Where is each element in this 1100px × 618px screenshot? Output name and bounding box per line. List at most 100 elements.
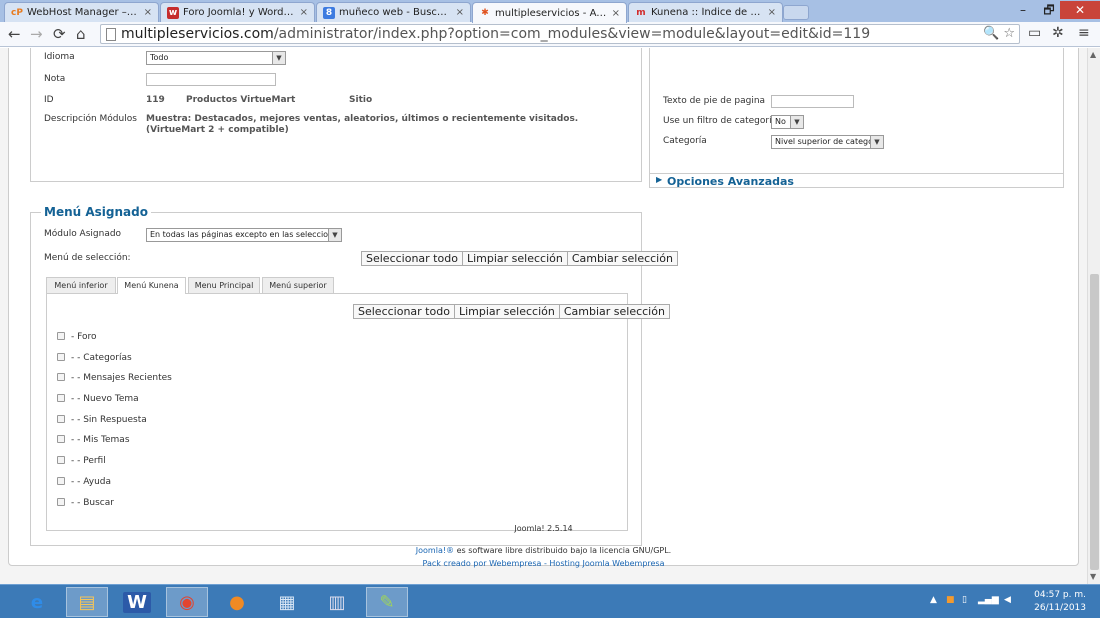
joomla-webempresa-link[interactable]: Joomla Webempresa (583, 559, 665, 568)
idioma-value: Todo (150, 53, 169, 62)
checkbox-categorias[interactable] (57, 353, 65, 361)
extension-icon[interactable]: ▭ (1028, 25, 1041, 41)
cpanel-icon: cP (11, 7, 23, 18)
windows-taskbar: e ▤ W ◉ ● ▦ ▥ ✎ ▲ ■ ▯ ▂▄▆ ◀ 04:57 p. m. … (0, 584, 1100, 618)
bookmark-star-icon[interactable]: ☆ (1003, 26, 1015, 41)
menu-icon[interactable]: ≡ (1078, 25, 1090, 41)
close-tab-icon[interactable]: × (768, 7, 776, 18)
page-scrollbar[interactable]: ▲ ▼ (1087, 48, 1100, 584)
category-filter-select[interactable]: No ▼ (771, 115, 804, 129)
description-label: Descripción Módulos (44, 114, 137, 124)
url-text: multipleservicios.com/administrator/inde… (121, 26, 870, 42)
tray-expand-icon[interactable]: ▲ (930, 595, 937, 605)
checkbox-nuevo-tema[interactable] (57, 394, 65, 402)
home-icon[interactable]: ⌂ (76, 25, 86, 43)
caret-right-icon: ▶ (656, 175, 663, 184)
calculator-icon[interactable]: ▥ (316, 587, 358, 617)
category-select[interactable]: Nivel superior de categoría ▼ (771, 135, 884, 149)
checkbox-mensajes-recientes[interactable] (57, 373, 65, 381)
idioma-select[interactable]: Todo ▼ (146, 51, 286, 65)
page-viewport: Idioma Todo ▼ Nota ID 119 Productos Virtu… (0, 48, 1087, 584)
scroll-thumb[interactable] (1090, 274, 1099, 570)
page-icon (106, 28, 116, 41)
browser-tab-whm[interactable]: cP WebHost Manager – cp80 × (4, 2, 159, 22)
chevron-down-icon: ▼ (272, 52, 285, 64)
firefox-icon[interactable]: ● (216, 587, 258, 617)
volume-icon[interactable]: ◀ (1004, 595, 1011, 605)
idioma-label: Idioma (44, 52, 75, 62)
license-text: es software libre distribuido bajo la li… (454, 546, 672, 555)
checkbox-sin-respuesta[interactable] (57, 415, 65, 423)
credit-line: Pack creado por Webempresa - Hosting Joo… (0, 559, 1087, 568)
remote-desktop-icon[interactable]: ▦ (266, 587, 308, 617)
maximize-button[interactable]: 🗗 (1036, 1, 1062, 19)
panel-clear-selection-button[interactable]: Limpiar selección (453, 304, 560, 319)
menu-tab-panel: Seleccionar todo Limpiar selección Cambi… (46, 293, 670, 531)
chrome-icon[interactable]: ◉ (166, 587, 208, 617)
extension-bug-icon[interactable]: ✲ (1052, 25, 1064, 41)
close-tab-icon[interactable]: × (300, 7, 308, 18)
scroll-down-arrow-icon[interactable]: ▼ (1090, 572, 1096, 581)
checkbox-perfil[interactable] (57, 456, 65, 464)
nota-label: Nota (44, 74, 66, 84)
footer-text-input[interactable] (771, 95, 854, 108)
tray-app-icon[interactable]: ■ (946, 595, 955, 605)
file-explorer-icon[interactable]: ▤ (66, 587, 108, 617)
advanced-options-accordion[interactable]: ▶ Opciones Avanzadas (649, 173, 1064, 188)
browser-tab-admin[interactable]: ✱ multipleservicios - Admin × (472, 2, 627, 23)
browser-tab-google[interactable]: 8 muñeco web - Buscar con × (316, 2, 471, 22)
module-client: Sitio (349, 95, 373, 105)
notepad-plus-icon[interactable]: ✎ (366, 587, 408, 617)
back-arrow-icon[interactable]: ← (8, 25, 21, 43)
close-tab-icon[interactable]: × (612, 8, 620, 19)
scroll-up-arrow-icon[interactable]: ▲ (1090, 50, 1096, 59)
browser-tab-strip: cP WebHost Manager – cp80 × w Foro Jooml… (0, 0, 1100, 23)
clock-time: 04:57 p. m. (1034, 590, 1086, 600)
close-tab-icon[interactable]: × (144, 7, 152, 18)
module-assigned-select[interactable]: En todas las páginas excepto en las sele… (146, 228, 342, 242)
basic-options-panel: Texto de pie de pagina Use un filtro de … (649, 48, 1064, 179)
new-tab-button[interactable] (783, 5, 809, 20)
id-label: ID (44, 95, 54, 105)
address-bar[interactable]: multipleservicios.com/administrator/inde… (100, 24, 1020, 44)
credit-prefix: Pack creado por (422, 559, 490, 568)
battery-icon[interactable]: ▯ (962, 595, 967, 605)
network-signal-icon[interactable]: ▂▄▆ (978, 595, 999, 605)
panel-select-all-button[interactable]: Seleccionar todo (353, 304, 455, 319)
tab-menu-kunena[interactable]: Menú Kunena (117, 277, 186, 294)
browser-tab-foro[interactable]: w Foro Joomla! y WordPress × (160, 2, 315, 22)
minimize-button[interactable]: – (1010, 1, 1036, 19)
browser-tab-kunena[interactable]: m Kunena :: Índice de Categ × (628, 2, 783, 22)
tab-menu-inferior[interactable]: Menú inferior (46, 277, 116, 293)
forward-arrow-icon[interactable]: → (30, 25, 43, 43)
checkbox-buscar[interactable] (57, 498, 65, 506)
tab-menu-superior[interactable]: Menú superior (262, 277, 334, 293)
toggle-selection-button[interactable]: Cambiar selección (566, 251, 678, 266)
tab-menu-principal[interactable]: Menu Principal (188, 277, 260, 293)
internet-explorer-icon[interactable]: e (16, 587, 58, 617)
reload-icon[interactable]: ⟳ (53, 25, 66, 43)
module-type: Productos VirtueMart (186, 95, 296, 105)
browser-toolbar: ← → ⟳ ⌂ multipleservicios.com/administra… (0, 22, 1100, 47)
select-all-button[interactable]: Seleccionar todo (361, 251, 463, 266)
tab-title: WebHost Manager – cp80 (27, 7, 140, 18)
close-tab-icon[interactable]: × (456, 7, 464, 18)
details-fieldset: Idioma Todo ▼ Nota ID 119 Productos Virtu… (30, 48, 642, 182)
system-clock[interactable]: 04:57 p. m. 26/11/2013 (1034, 589, 1086, 615)
tab-title: multipleservicios - Admin (495, 7, 608, 19)
webempresa-link[interactable]: Webempresa (489, 559, 541, 568)
module-assigned-label: Módulo Asignado (44, 229, 122, 239)
checkbox-mis-temas[interactable] (57, 435, 65, 443)
word-icon[interactable]: W (116, 587, 158, 617)
nota-input[interactable] (146, 73, 276, 86)
close-window-button[interactable]: ✕ (1060, 1, 1100, 19)
menu-item-label: - - Mis Temas (71, 435, 130, 445)
joomla-link[interactable]: Joomla!® (416, 546, 454, 555)
menu-item-label: - - Buscar (71, 498, 114, 508)
panel-toggle-selection-button[interactable]: Cambiar selección (558, 304, 670, 319)
admin-content-panel: Idioma Todo ▼ Nota ID 119 Productos Virtu… (8, 48, 1079, 566)
zoom-icon[interactable]: 🔍 (983, 26, 999, 41)
checkbox-ayuda[interactable] (57, 477, 65, 485)
clear-selection-button[interactable]: Limpiar selección (461, 251, 568, 266)
checkbox-foro[interactable] (57, 332, 65, 340)
